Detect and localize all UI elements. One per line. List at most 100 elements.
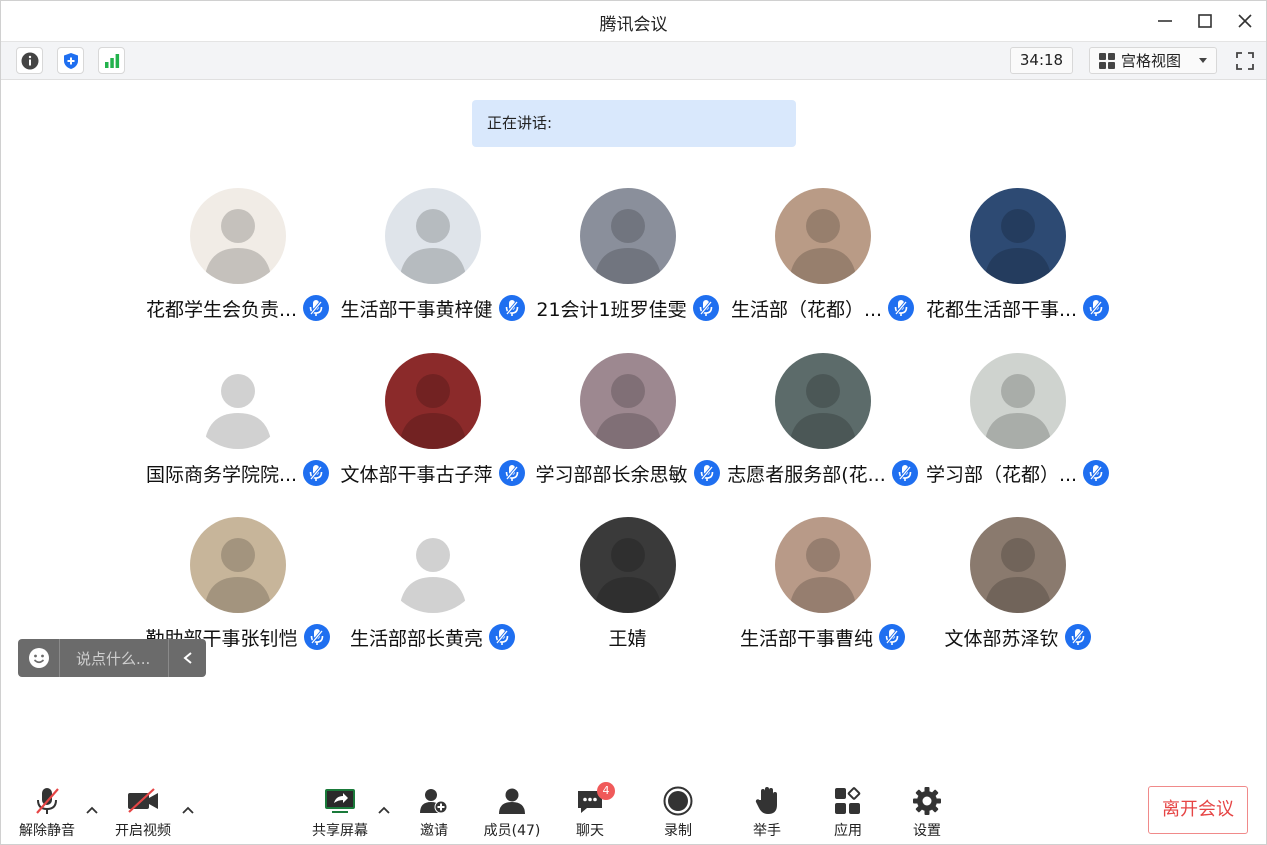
- speaking-indicator: 正在讲话:: [472, 100, 796, 147]
- participant-tile[interactable]: 志愿者服务部(花...: [725, 353, 920, 503]
- maximize-button[interactable]: [1192, 8, 1218, 34]
- participant-name-row: 生活部（花都）...: [725, 295, 920, 321]
- chevron-up-icon: [378, 806, 390, 814]
- participant-name-row: 文体部干事古子萍: [335, 460, 530, 486]
- meeting-timer: 34:18: [1010, 47, 1073, 74]
- participant-avatar: [579, 353, 676, 449]
- raise-hand-label: 举手: [753, 823, 781, 839]
- fullscreen-button[interactable]: [1231, 47, 1258, 74]
- participant-tile[interactable]: 花都学生会负责...: [140, 188, 335, 338]
- participant-tile[interactable]: 生活部干事黄梓健: [335, 188, 530, 338]
- record-icon: [663, 786, 693, 816]
- share-screen-label: 共享屏幕: [312, 823, 368, 839]
- share-screen-button[interactable]: 共享屏幕: [309, 784, 371, 840]
- audio-options-button[interactable]: [84, 802, 100, 818]
- participant-tile[interactable]: 文体部苏泽钦: [920, 517, 1115, 667]
- participant-avatar: [384, 188, 481, 284]
- record-label: 录制: [664, 823, 692, 839]
- camera-off-icon: [128, 788, 158, 813]
- mic-active-icon: [489, 624, 515, 650]
- quick-chat-bar[interactable]: 说点什么...: [18, 639, 206, 677]
- meeting-info-button[interactable]: [16, 47, 43, 74]
- view-mode-dropdown[interactable]: 宫格视图: [1089, 47, 1217, 74]
- participant-name-row: 21会计1班罗佳雯: [530, 295, 725, 321]
- participant-tile[interactable]: 学习部部长余思敏: [530, 353, 725, 503]
- participant-tile[interactable]: 国际商务学院院...: [140, 353, 335, 503]
- shield-icon: [63, 52, 78, 69]
- participant-avatar: [189, 188, 286, 284]
- mic-active-icon: [303, 460, 330, 486]
- participant-avatar: [774, 517, 871, 613]
- fullscreen-icon: [1235, 51, 1254, 70]
- share-options-button[interactable]: [376, 802, 392, 818]
- collapse-chat-button[interactable]: [168, 639, 206, 677]
- mic-active-icon: [879, 624, 905, 650]
- participant-avatar: [774, 353, 871, 449]
- participant-avatar: [969, 188, 1066, 284]
- raise-hand-button[interactable]: 举手: [747, 784, 787, 840]
- chat-unread-badge: 4: [597, 782, 615, 800]
- close-icon: [1238, 14, 1252, 28]
- security-button[interactable]: [57, 47, 84, 74]
- participant-avatar: [189, 517, 286, 613]
- grid-view-icon: [1099, 52, 1115, 69]
- participant-tile[interactable]: 生活部部长黄亮: [335, 517, 530, 667]
- participant-tile[interactable]: 花都生活部干事...: [920, 188, 1115, 338]
- apps-button[interactable]: 应用: [828, 784, 868, 840]
- participant-name: 生活部干事曹纯: [739, 627, 873, 650]
- participant-name-row: 志愿者服务部(花...: [725, 460, 920, 486]
- settings-label: 设置: [913, 823, 941, 839]
- mic-muted-icon: [36, 788, 59, 814]
- members-button[interactable]: 成员(47): [480, 784, 544, 840]
- participant-name-row: 生活部部长黄亮: [335, 624, 530, 650]
- close-button[interactable]: [1232, 8, 1258, 34]
- participant-name: 生活部干事黄梓健: [340, 298, 493, 321]
- participant-tile[interactable]: 王婧: [530, 517, 725, 667]
- participant-avatar: [969, 517, 1066, 613]
- unmute-button[interactable]: 解除静音: [17, 784, 77, 840]
- meeting-toolstrip: 34:18 宫格视图: [0, 42, 1267, 80]
- mic-active-icon: [498, 295, 525, 321]
- leave-meeting-button[interactable]: 离开会议: [1148, 786, 1248, 834]
- start-video-button[interactable]: 开启视频: [113, 784, 173, 840]
- participant-name-row: 学习部部长余思敏: [530, 460, 725, 486]
- maximize-icon: [1198, 14, 1212, 28]
- mic-active-icon: [693, 460, 720, 486]
- chevron-left-icon: [182, 652, 192, 664]
- chevron-down-icon: [1199, 58, 1207, 63]
- participant-name-row: 国际商务学院院...: [140, 460, 335, 486]
- chat-label: 聊天: [576, 823, 604, 839]
- video-options-button[interactable]: [180, 802, 196, 818]
- participant-name-row: 学习部（花都）...: [920, 460, 1115, 486]
- participant-name: 文体部苏泽钦: [944, 627, 1059, 650]
- participant-name: 花都学生会负责...: [145, 298, 298, 321]
- participant-tile[interactable]: 生活部干事曹纯: [725, 517, 920, 667]
- participant-tile[interactable]: 学习部（花都）...: [920, 353, 1115, 503]
- participant-name-row: 王婧: [530, 624, 725, 650]
- emoji-button[interactable]: [18, 639, 60, 677]
- gear-icon: [913, 787, 941, 815]
- participant-name: 学习部部长余思敏: [535, 463, 688, 486]
- start-video-label: 开启视频: [115, 823, 171, 839]
- invite-button[interactable]: 邀请: [414, 784, 454, 840]
- participant-name: 花都生活部干事...: [925, 298, 1078, 321]
- mic-active-icon: [303, 295, 330, 321]
- participant-name: 生活部（花都）...: [730, 298, 883, 321]
- settings-button[interactable]: 设置: [907, 784, 947, 840]
- smiley-icon: [28, 648, 49, 668]
- participant-name-row: 文体部苏泽钦: [920, 624, 1115, 650]
- minimize-button[interactable]: [1152, 8, 1178, 34]
- info-icon: [21, 52, 38, 69]
- chat-button[interactable]: 4 聊天: [570, 782, 615, 840]
- participant-tile[interactable]: 21会计1班罗佳雯: [530, 188, 725, 338]
- record-button[interactable]: 录制: [658, 784, 698, 840]
- members-label: 成员(47): [483, 823, 541, 839]
- view-mode-label: 宫格视图: [1121, 52, 1182, 70]
- participant-tile[interactable]: 文体部干事古子萍: [335, 353, 530, 503]
- mic-active-icon: [692, 295, 719, 321]
- participant-tile[interactable]: 生活部（花都）...: [725, 188, 920, 338]
- network-status-button[interactable]: [98, 47, 125, 74]
- participant-name-row: 花都学生会负责...: [140, 295, 335, 321]
- raise-hand-icon: [755, 787, 777, 814]
- chat-input-placeholder[interactable]: 说点什么...: [60, 648, 168, 669]
